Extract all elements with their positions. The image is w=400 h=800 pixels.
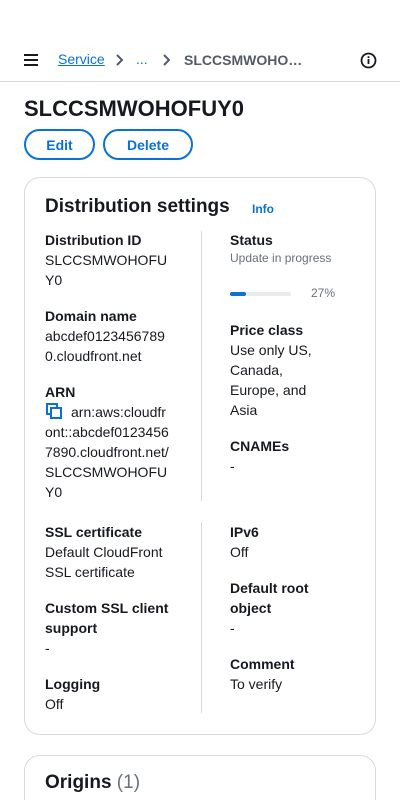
field-value: Off: [230, 544, 249, 560]
field-label: Status: [230, 232, 273, 248]
hamburger-icon[interactable]: [24, 54, 38, 66]
field-label: Logging: [45, 676, 101, 692]
field-value: Use only US, Canada, Europe, and Asia: [230, 342, 312, 418]
field-value: To verify: [230, 676, 283, 692]
field-label: IPv6: [230, 524, 259, 540]
column-divider: [201, 231, 202, 501]
field-value: -: [45, 640, 50, 656]
breadcrumb-ellipsis[interactable]: ...: [136, 51, 148, 67]
logging-field: Logging Off: [45, 674, 173, 714]
origins-title: Origins (1): [45, 772, 140, 794]
arn-value: arn:aws:cloudfront::abcdef01234567890.cl…: [45, 404, 169, 500]
distribution-id-field: Distribution ID SLCCSMWOHOFUY0: [45, 230, 173, 290]
field-value: Default CloudFront SSL certificate: [45, 544, 163, 580]
origins-title-text: Origins: [45, 772, 112, 793]
cnames-field: CNAMEs -: [230, 436, 358, 476]
ssl-certificate-field: SSL certificate Default CloudFront SSL c…: [45, 522, 173, 582]
field-label: Domain name: [45, 308, 137, 324]
field-label: Comment: [230, 656, 295, 672]
field-label: Custom SSL client support: [45, 600, 169, 636]
breadcrumb-service-link[interactable]: Service: [58, 51, 105, 67]
field-value: -: [230, 458, 235, 474]
origins-count: (1): [116, 772, 141, 793]
status-progress-bar: [230, 292, 291, 296]
field-label: CNAMEs: [230, 438, 290, 454]
comment-field: Comment To verify: [230, 654, 358, 694]
chevron-right-icon: [116, 54, 124, 66]
column-divider: [201, 522, 202, 713]
domain-name-field: Domain name abcdef01234567890.cloudfront…: [45, 306, 173, 366]
distribution-settings-card: Distribution settings Info Distribution …: [24, 177, 376, 735]
price-class-field: Price class Use only US, Canada, Europe,…: [230, 320, 358, 420]
field-label: SSL certificate: [45, 524, 143, 540]
status-value: Update in progress: [230, 251, 332, 265]
edit-button[interactable]: Edit: [24, 129, 95, 160]
field-value: -: [230, 620, 235, 636]
delete-button[interactable]: Delete: [103, 129, 193, 160]
progress-fill: [230, 292, 247, 296]
status-field: Status Update in progress: [230, 230, 358, 267]
card-title: Distribution settings: [45, 196, 230, 217]
info-circle-icon[interactable]: [360, 52, 377, 69]
page-title: SLCCSMWOHOFUY0: [24, 96, 244, 121]
origins-card: Origins (1): [24, 755, 376, 800]
info-link[interactable]: Info: [252, 202, 274, 216]
progress-label: 27%: [311, 286, 336, 300]
chevron-right-icon: [163, 54, 171, 66]
field-value: Off: [45, 696, 64, 712]
default-root-field: Default root object -: [230, 578, 358, 638]
field-label: Price class: [230, 322, 304, 338]
field-label: Default root object: [230, 580, 309, 616]
custom-ssl-field: Custom SSL client support -: [45, 598, 173, 658]
field-label: ARN: [45, 384, 76, 400]
arn-field: ARN arn:aws:cloudfront::abcdef0123456789…: [45, 382, 173, 502]
ipv6-field: IPv6 Off: [230, 522, 358, 562]
breadcrumb-current: SLCCSMWOHOFUY0: [184, 52, 310, 68]
field-value: arn:aws:cloudfront::abcdef01234567890.cl…: [45, 402, 173, 502]
field-value: abcdef01234567890.cloudfront.net: [45, 328, 165, 364]
field-label: Distribution ID: [45, 232, 142, 248]
top-navigation: Service ... SLCCSMWOHOFUY0: [0, 40, 400, 82]
copy-icon[interactable]: [45, 402, 63, 420]
field-value: SLCCSMWOHOFUY0: [45, 252, 168, 288]
